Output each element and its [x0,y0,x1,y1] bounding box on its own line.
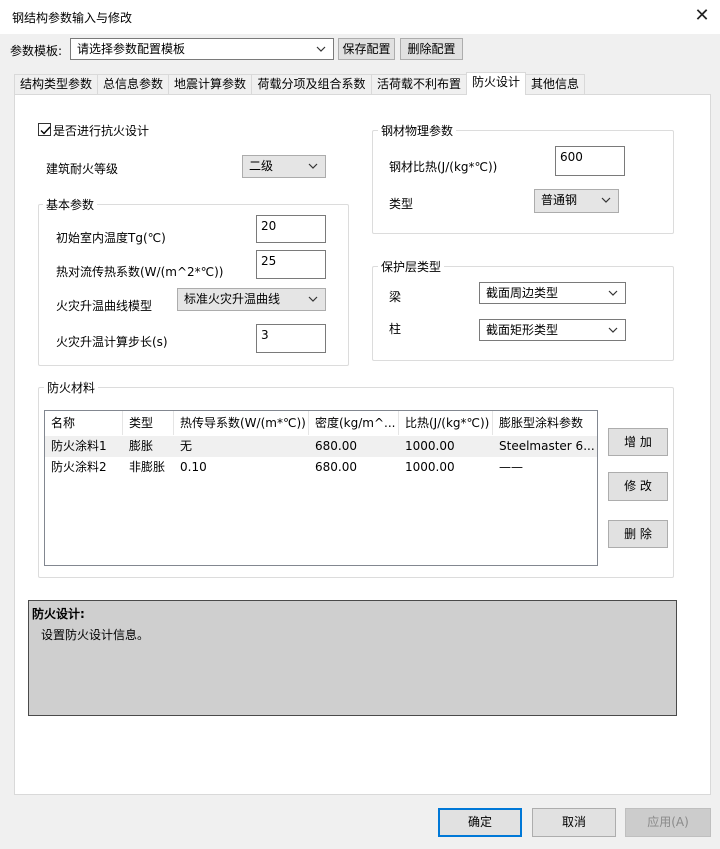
fire-curve-select[interactable]: 标准火灾升温曲线 [177,288,326,311]
description-panel: 防火设计: 设置防火设计信息。 [28,600,677,716]
list-cell: 膨胀 [129,439,154,453]
steel-type-label: 类型 [389,197,414,211]
apply-button[interactable]: 应用(A) [625,808,711,837]
tab-seismic[interactable]: 地震计算参数 [168,74,252,94]
fire-design-checkbox[interactable] [38,123,51,136]
tab-fire-design[interactable]: 防火设计 [466,72,526,95]
close-icon[interactable]: ✕ [690,4,714,28]
list-cell: 非膨胀 [129,460,166,474]
convection-label: 热对流传热系数(W/(m^2*℃)) [56,265,224,279]
column-header[interactable]: 比热(J/(kg*℃)) [399,411,493,435]
tab-structure-type[interactable]: 结构类型参数 [14,74,98,94]
steel-heat-label: 钢材比热(J/(kg*℃)) [389,160,498,174]
template-select[interactable]: 请选择参数配置模板 [70,38,334,60]
fire-resistance-value: 二级 [249,159,274,173]
list-cell: 680.00 [315,460,357,474]
ok-button[interactable]: 确定 [438,808,522,837]
template-select-value: 请选择参数配置模板 [77,42,186,56]
column-header[interactable]: 名称 [45,411,123,435]
steel-type-value: 普通钢 [541,193,578,207]
list-cell: Steelmaster 6... [499,439,595,453]
list-cell: 680.00 [315,439,357,453]
steel-type-select[interactable]: 普通钢 [534,189,619,213]
beam-protection-value: 截面周边类型 [486,286,559,300]
add-material-button[interactable]: 增 加 [608,428,668,456]
tab-live-load[interactable]: 活荷载不利布置 [371,74,467,94]
fire-resistance-label: 建筑耐火等级 [46,162,119,176]
fire-curve-label: 火灾升温曲线模型 [56,299,153,313]
tab-general-info[interactable]: 总信息参数 [97,74,169,94]
list-item[interactable]: 防火涂料2 非膨胀 0.10 680.00 1000.00 —— [45,457,597,478]
list-cell: 1000.00 [405,439,455,453]
chevron-down-icon [316,39,330,52]
column-label: 柱 [389,322,402,336]
fire-materials-title: 防火材料 [44,379,99,396]
convection-input[interactable]: 25 [256,250,326,279]
chevron-down-icon [608,320,622,333]
protection-layer-group [372,266,674,361]
init-temp-label: 初始室内温度Tg(℃) [56,231,166,245]
description-text: 设置防火设计信息。 [41,628,150,642]
list-item[interactable]: 防火涂料1 膨胀 无 680.00 1000.00 Steelmaster 6.… [45,436,597,457]
calc-step-input[interactable]: 3 [256,324,326,353]
calc-step-label: 火灾升温计算步长(s) [56,335,168,349]
dialog-window: 钢结构参数输入与修改 ✕ 参数模板: 请选择参数配置模板 保存配置 删除配置 结… [0,0,720,849]
checkmark-icon [40,126,51,135]
template-label: 参数模板: [10,44,63,58]
fire-curve-value: 标准火灾升温曲线 [184,292,281,306]
tab-load-combination[interactable]: 荷载分项及组合系数 [251,74,372,94]
column-header[interactable]: 类型 [123,411,174,435]
column-protection-value: 截面矩形类型 [486,323,559,337]
column-protection-select[interactable]: 截面矩形类型 [479,319,626,341]
beam-protection-select[interactable]: 截面周边类型 [479,282,626,304]
fire-design-checkbox-label[interactable]: 是否进行抗火设计 [53,122,149,139]
column-header[interactable]: 热传导系数(W/(m*℃)) [174,411,309,435]
list-cell: —— [499,460,523,474]
chevron-down-icon [608,283,622,296]
chevron-down-icon [308,156,322,169]
save-config-button[interactable]: 保存配置 [338,38,395,60]
chevron-down-icon [308,289,322,302]
list-cell: 1000.00 [405,460,455,474]
tab-other-info[interactable]: 其他信息 [525,74,585,94]
steel-heat-input[interactable]: 600 [555,146,625,176]
description-title: 防火设计: [32,607,85,621]
title-bar: 钢结构参数输入与修改 ✕ [0,0,720,34]
delete-material-button[interactable]: 删 除 [608,520,668,548]
list-cell: 防火涂料2 [51,460,107,474]
materials-list[interactable]: 名称 类型 热传导系数(W/(m*℃)) 密度(kg/m^... 比热(J/(k… [44,410,598,566]
edit-material-button[interactable]: 修 改 [608,472,668,501]
list-cell: 防火涂料1 [51,439,107,453]
chevron-down-icon [601,190,615,203]
column-header[interactable]: 膨胀型涂料参数 [493,411,597,435]
list-header: 名称 类型 热传导系数(W/(m*℃)) 密度(kg/m^... 比热(J/(k… [45,411,597,435]
protection-layer-title: 保护层类型 [378,258,445,275]
beam-label: 梁 [389,290,402,304]
fire-resistance-select[interactable]: 二级 [242,155,326,178]
window-title: 钢结构参数输入与修改 [12,11,133,25]
basic-params-title: 基本参数 [43,196,98,213]
init-temp-input[interactable]: 20 [256,215,326,243]
steel-params-title: 钢材物理参数 [378,122,457,139]
list-cell: 无 [180,439,193,453]
column-header[interactable]: 密度(kg/m^... [309,411,399,435]
delete-config-button[interactable]: 删除配置 [400,38,463,60]
list-cell: 0.10 [180,460,207,474]
steel-params-group [372,130,674,234]
cancel-button[interactable]: 取消 [532,808,616,837]
